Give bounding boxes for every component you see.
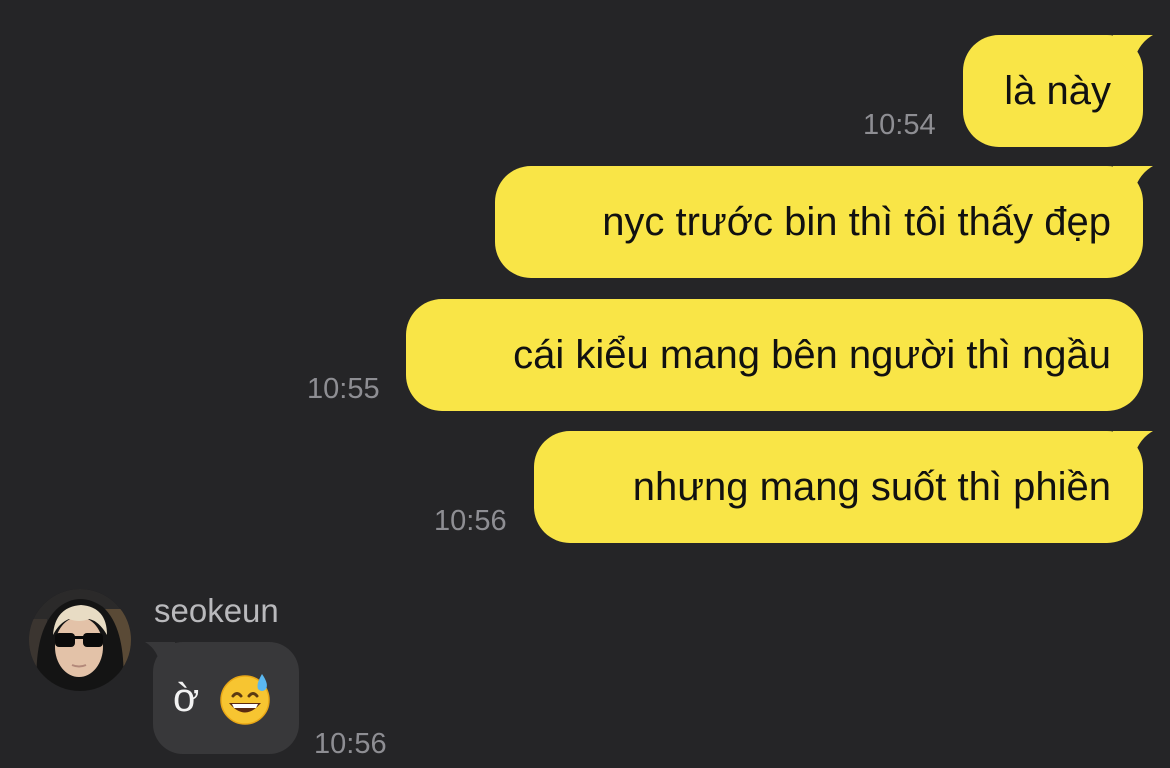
message-timestamp: 10:56 xyxy=(314,728,387,760)
message-text: ờ xyxy=(173,676,200,720)
sweat-smile-emoji-icon xyxy=(220,674,270,725)
avatar-photo xyxy=(29,589,131,691)
bubble-tail xyxy=(1113,166,1153,204)
message-bubble-incoming[interactable]: ờ xyxy=(145,642,299,754)
message-timestamp: 10:56 xyxy=(434,505,507,537)
message-timestamp: 10:55 xyxy=(307,373,380,405)
message-bubble-outgoing[interactable]: là này xyxy=(963,35,1153,147)
message-text: là này xyxy=(1004,69,1111,113)
message-text: nyc trước bin thì tôi thấy đẹp xyxy=(602,200,1111,244)
message-bubble-outgoing[interactable]: nyc trước bin thì tôi thấy đẹp xyxy=(495,166,1153,278)
bubble-tail xyxy=(1113,431,1153,469)
message-text: nhưng mang suốt thì phiền xyxy=(632,465,1111,509)
bubble-tail xyxy=(1113,35,1153,73)
sender-name: seokeun xyxy=(154,592,279,629)
bubble-tail xyxy=(145,642,175,670)
message-text: cái kiểu mang bên người thì ngầu xyxy=(513,333,1111,377)
message-bubble-outgoing[interactable]: cái kiểu mang bên người thì ngầu xyxy=(406,299,1143,411)
message-timestamp: 10:54 xyxy=(863,109,936,141)
message-text-row: ờ xyxy=(173,642,273,754)
message-bubble-outgoing[interactable]: nhưng mang suốt thì phiền xyxy=(534,431,1153,543)
chat-conversation: là này 10:54 nyc trước bin thì tôi thấy … xyxy=(0,0,1170,768)
avatar[interactable] xyxy=(29,589,131,691)
